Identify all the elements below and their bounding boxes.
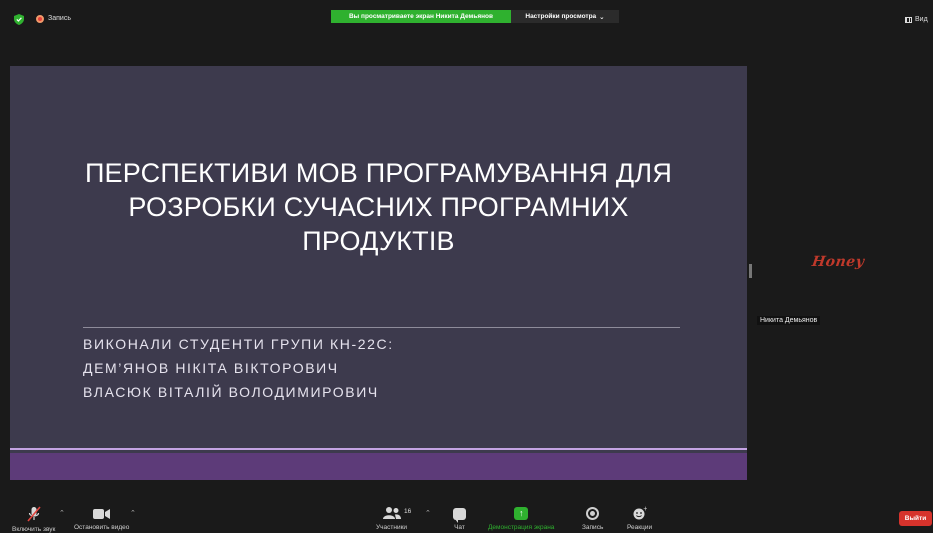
leave-meeting-button[interactable]: Выйти <box>899 511 932 526</box>
view-options-label: Настройки просмотра <box>525 13 597 20</box>
muted-microphone-icon <box>27 506 41 522</box>
recording-indicator-icon <box>36 15 44 23</box>
participants-icon <box>382 507 401 519</box>
record-label: Запись <box>582 524 604 531</box>
reactions-button[interactable]: + Реакции <box>627 506 652 531</box>
view-options-button[interactable]: Настройки просмотра ⌄ <box>511 10 619 23</box>
view-toggle-button[interactable]: Вид <box>905 16 928 23</box>
recording-label: Запись <box>48 15 71 22</box>
unmute-label: Включить звук <box>12 526 56 533</box>
security-shield-icon[interactable] <box>14 14 24 25</box>
screen-share-banner-text: Вы просматриваете экран Никита Демьянов <box>348 13 494 20</box>
shared-screen-slide: ПЕРСПЕКТИВИ МОВ ПРОГРАМУВАННЯ ДЛЯ РОЗРОБ… <box>10 66 747 480</box>
participant-name-label: Никита Демьянов <box>757 316 821 325</box>
leave-meeting-label: Выйти <box>904 515 927 522</box>
record-icon <box>586 507 600 520</box>
reactions-label: Реакции <box>627 524 653 531</box>
slide-divider <box>83 327 680 328</box>
video-camera-icon <box>93 509 111 519</box>
meeting-toolbar: Включить звук ⌃ Остановить видео ⌃ Участ… <box>0 496 933 533</box>
view-toggle-label: Вид <box>915 16 928 23</box>
participants-label: Участники <box>376 524 408 531</box>
slide-subtitle-line: ДЕМ’ЯНОВ НІКІТА ВІКТОРОВИЧ <box>83 360 339 376</box>
meeting-top-bar: Запись Вы просматриваете экран Никита Де… <box>0 0 933 34</box>
share-screen-button[interactable]: ↑ Демонстрация экрана <box>488 506 554 531</box>
chat-button[interactable]: Чат <box>453 506 466 531</box>
svg-text:+: + <box>643 506 647 513</box>
slide-subtitle-line: ВЛАСЮК ВІТАЛІЙ ВОЛОДИМИРОВИЧ <box>83 384 379 400</box>
chat-label: Чат <box>454 524 465 531</box>
screen-share-banner: Вы просматриваете экран Никита Демьянов <box>331 10 511 23</box>
chevron-down-icon: ⌄ <box>599 13 605 21</box>
share-screen-label: Демонстрация экрана <box>488 524 555 531</box>
participant-video-thumbnail[interactable]: Honey <box>811 254 866 270</box>
participants-button[interactable]: Участники <box>376 506 407 531</box>
slide-title-line: РОЗРОБКИ СУЧАСНИХ ПРОГРАМНИХ <box>128 192 629 222</box>
participants-options-caret-icon[interactable]: ⌃ <box>425 509 431 517</box>
participant-logo-text: Honey <box>810 254 866 270</box>
stop-video-button[interactable]: Остановить видео <box>74 506 129 531</box>
video-options-caret-icon[interactable]: ⌃ <box>130 509 136 517</box>
slide-accent-line <box>10 448 747 450</box>
share-screen-arrow-icon: ↑ <box>514 507 529 520</box>
audio-options-caret-icon[interactable]: ⌃ <box>59 509 65 517</box>
record-button[interactable]: Запись <box>582 506 603 531</box>
chat-bubble-icon <box>453 508 466 523</box>
slide-title-line: ПЕРСПЕКТИВИ МОВ ПРОГРАМУВАННЯ ДЛЯ <box>84 158 673 188</box>
slide-title: ПЕРСПЕКТИВИ МОВ ПРОГРАМУВАННЯ ДЛЯ РОЗРОБ… <box>50 156 707 258</box>
gallery-view-icon <box>905 16 912 23</box>
slide-subtitle-line: ВИКОНАЛИ СТУДЕНТИ ГРУПИ КН-22С: <box>83 336 394 352</box>
slide-footer-band <box>10 453 747 480</box>
emoji-reaction-icon: + <box>633 506 647 520</box>
slide-title-line: ПРОДУКТІВ <box>302 226 455 256</box>
panel-resize-handle[interactable] <box>749 264 752 278</box>
unmute-button[interactable]: Включить звук <box>12 506 55 533</box>
stop-video-label: Остановить видео <box>74 524 130 531</box>
participants-count: 16 <box>404 508 412 515</box>
